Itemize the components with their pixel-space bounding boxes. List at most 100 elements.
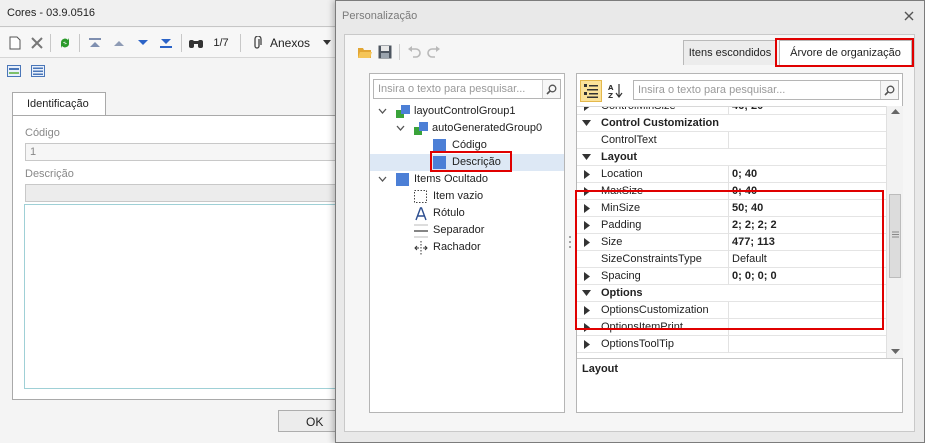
property-search-placeholder: Insira o texto para pesquisar... bbox=[638, 84, 786, 96]
property-row[interactable]: OptionsItemPrint bbox=[577, 319, 886, 336]
property-value[interactable]: 0; 40 bbox=[732, 168, 757, 180]
property-category[interactable]: Control Customization bbox=[577, 115, 886, 132]
property-value[interactable]: 477; 113 bbox=[732, 236, 775, 248]
chevron-right-icon[interactable] bbox=[584, 238, 590, 247]
tree-search-input[interactable]: Insira o texto para pesquisar... bbox=[373, 79, 561, 99]
tab-organization-tree[interactable]: Árvore de organização bbox=[779, 40, 912, 65]
tab-organization-tree-label: Árvore de organização bbox=[790, 47, 901, 59]
scrollbar-thumb[interactable] bbox=[889, 194, 901, 278]
column-divider bbox=[728, 251, 729, 268]
sort-alphabetical-icon[interactable]: AZ bbox=[604, 80, 626, 102]
chevron-down-icon[interactable] bbox=[582, 290, 591, 297]
property-row[interactable]: Location 0; 40 bbox=[577, 166, 886, 183]
property-row-gutter bbox=[577, 319, 597, 336]
chevron-right-icon[interactable] bbox=[584, 204, 590, 213]
property-value[interactable]: 2; 2; 2; 2 bbox=[732, 219, 777, 231]
chevron-right-icon[interactable] bbox=[584, 187, 590, 196]
tab-hidden-items[interactable]: Itens escondidos bbox=[683, 40, 777, 65]
tree-node-group[interactable]: autoGeneratedGroup0 bbox=[370, 120, 564, 137]
tab-identificacao[interactable]: Identificação bbox=[12, 92, 106, 116]
chevron-right-icon[interactable] bbox=[584, 340, 590, 349]
tree-node-description[interactable]: Descrição bbox=[370, 154, 564, 171]
new-document-icon[interactable] bbox=[6, 34, 24, 52]
property-value[interactable]: 50; 40 bbox=[732, 202, 763, 214]
property-row-gutter bbox=[577, 251, 597, 268]
property-row[interactable]: ControlText bbox=[577, 132, 886, 149]
tree-node-hidden-group[interactable]: Items Ocultado bbox=[370, 171, 564, 188]
property-row[interactable]: Padding 2; 2; 2; 2 bbox=[577, 217, 886, 234]
code-field[interactable]: 1 bbox=[25, 143, 346, 161]
categorized-view-icon[interactable] bbox=[580, 80, 602, 102]
property-description-panel: Layout bbox=[577, 358, 902, 412]
panel-splitter[interactable] bbox=[568, 235, 572, 249]
search-icon[interactable] bbox=[542, 80, 560, 98]
tree-node-splitter-item[interactable]: Rachador bbox=[370, 239, 564, 256]
property-value[interactable]: 0; 0; 0; 0 bbox=[732, 270, 777, 282]
tree-node-label-item[interactable]: Rótulo bbox=[370, 205, 564, 222]
chevron-down-icon[interactable] bbox=[378, 107, 387, 116]
property-name: OptionsToolTip bbox=[601, 338, 674, 350]
last-record-icon[interactable] bbox=[157, 34, 175, 52]
delete-icon[interactable] bbox=[28, 34, 46, 52]
binoculars-icon[interactable] bbox=[187, 34, 205, 52]
property-row[interactable]: Spacing 0; 0; 0; 0 bbox=[577, 268, 886, 285]
refresh-icon[interactable] bbox=[56, 34, 74, 52]
description-memo-area[interactable] bbox=[24, 204, 346, 389]
toolbar-separator bbox=[79, 34, 80, 52]
svg-text:A: A bbox=[608, 84, 614, 92]
scroll-down-icon[interactable] bbox=[891, 349, 900, 355]
column-divider bbox=[728, 132, 729, 149]
tree-node-empty-item[interactable]: Item vazio bbox=[370, 188, 564, 205]
property-row[interactable]: ControlMinSize 46; 20 bbox=[577, 106, 886, 115]
attachments-button[interactable]: Anexos bbox=[270, 34, 316, 52]
property-row[interactable]: MaxSize 0; 40 bbox=[577, 183, 886, 200]
property-category[interactable]: Options bbox=[577, 285, 886, 302]
close-icon[interactable] bbox=[902, 9, 916, 23]
chevron-down-icon[interactable] bbox=[320, 34, 334, 52]
chevron-down-icon[interactable] bbox=[582, 120, 591, 127]
search-icon[interactable] bbox=[880, 81, 898, 99]
chevron-down-icon[interactable] bbox=[582, 154, 591, 161]
property-row-gutter bbox=[577, 166, 597, 183]
property-search-input[interactable]: Insira o texto para pesquisar... bbox=[633, 80, 899, 100]
paperclip-icon[interactable] bbox=[248, 34, 268, 52]
chevron-right-icon[interactable] bbox=[584, 106, 590, 111]
form-view-icon[interactable] bbox=[6, 62, 22, 80]
tree-node-separator-item[interactable]: Separador bbox=[370, 222, 564, 239]
redo-icon[interactable] bbox=[424, 43, 444, 61]
property-value[interactable]: 0; 40 bbox=[732, 185, 757, 197]
chevron-down-icon[interactable] bbox=[378, 175, 387, 184]
previous-record-icon[interactable] bbox=[110, 34, 128, 52]
property-row[interactable]: Size 477; 113 bbox=[577, 234, 886, 251]
save-icon[interactable] bbox=[375, 43, 395, 61]
chevron-right-icon[interactable] bbox=[584, 221, 590, 230]
column-divider bbox=[728, 166, 729, 183]
property-row-gutter bbox=[577, 115, 597, 132]
property-scrollbar[interactable] bbox=[886, 106, 903, 358]
chevron-right-icon[interactable] bbox=[584, 323, 590, 332]
scroll-up-icon[interactable] bbox=[891, 109, 900, 115]
chevron-down-icon[interactable] bbox=[396, 124, 405, 133]
property-row[interactable]: OptionsToolTip bbox=[577, 336, 886, 353]
property-name: Padding bbox=[601, 219, 642, 231]
property-row[interactable]: MinSize 50; 40 bbox=[577, 200, 886, 217]
tree-node-code[interactable]: Código bbox=[370, 137, 564, 154]
property-value[interactable]: Default bbox=[732, 253, 767, 265]
next-record-icon[interactable] bbox=[134, 34, 152, 52]
property-row-gutter bbox=[577, 268, 597, 285]
property-value[interactable]: 46; 20 bbox=[732, 107, 763, 112]
chevron-right-icon[interactable] bbox=[584, 170, 590, 179]
description-field[interactable] bbox=[25, 184, 346, 202]
property-category[interactable]: Layout bbox=[577, 149, 886, 166]
first-record-icon[interactable] bbox=[86, 34, 104, 52]
undo-icon[interactable] bbox=[404, 43, 424, 61]
open-folder-icon[interactable] bbox=[355, 43, 375, 61]
dialog-content: Itens escondidos Árvore de organização I… bbox=[344, 34, 915, 432]
chevron-right-icon[interactable] bbox=[584, 272, 590, 281]
property-row[interactable]: SizeConstraintsType Default bbox=[577, 251, 886, 268]
list-view-icon[interactable] bbox=[30, 62, 46, 80]
tree-node-root[interactable]: layoutControlGroup1 bbox=[370, 103, 564, 120]
property-row[interactable]: OptionsCustomization bbox=[577, 302, 886, 319]
property-row-gutter bbox=[577, 285, 597, 302]
chevron-right-icon[interactable] bbox=[584, 306, 590, 315]
